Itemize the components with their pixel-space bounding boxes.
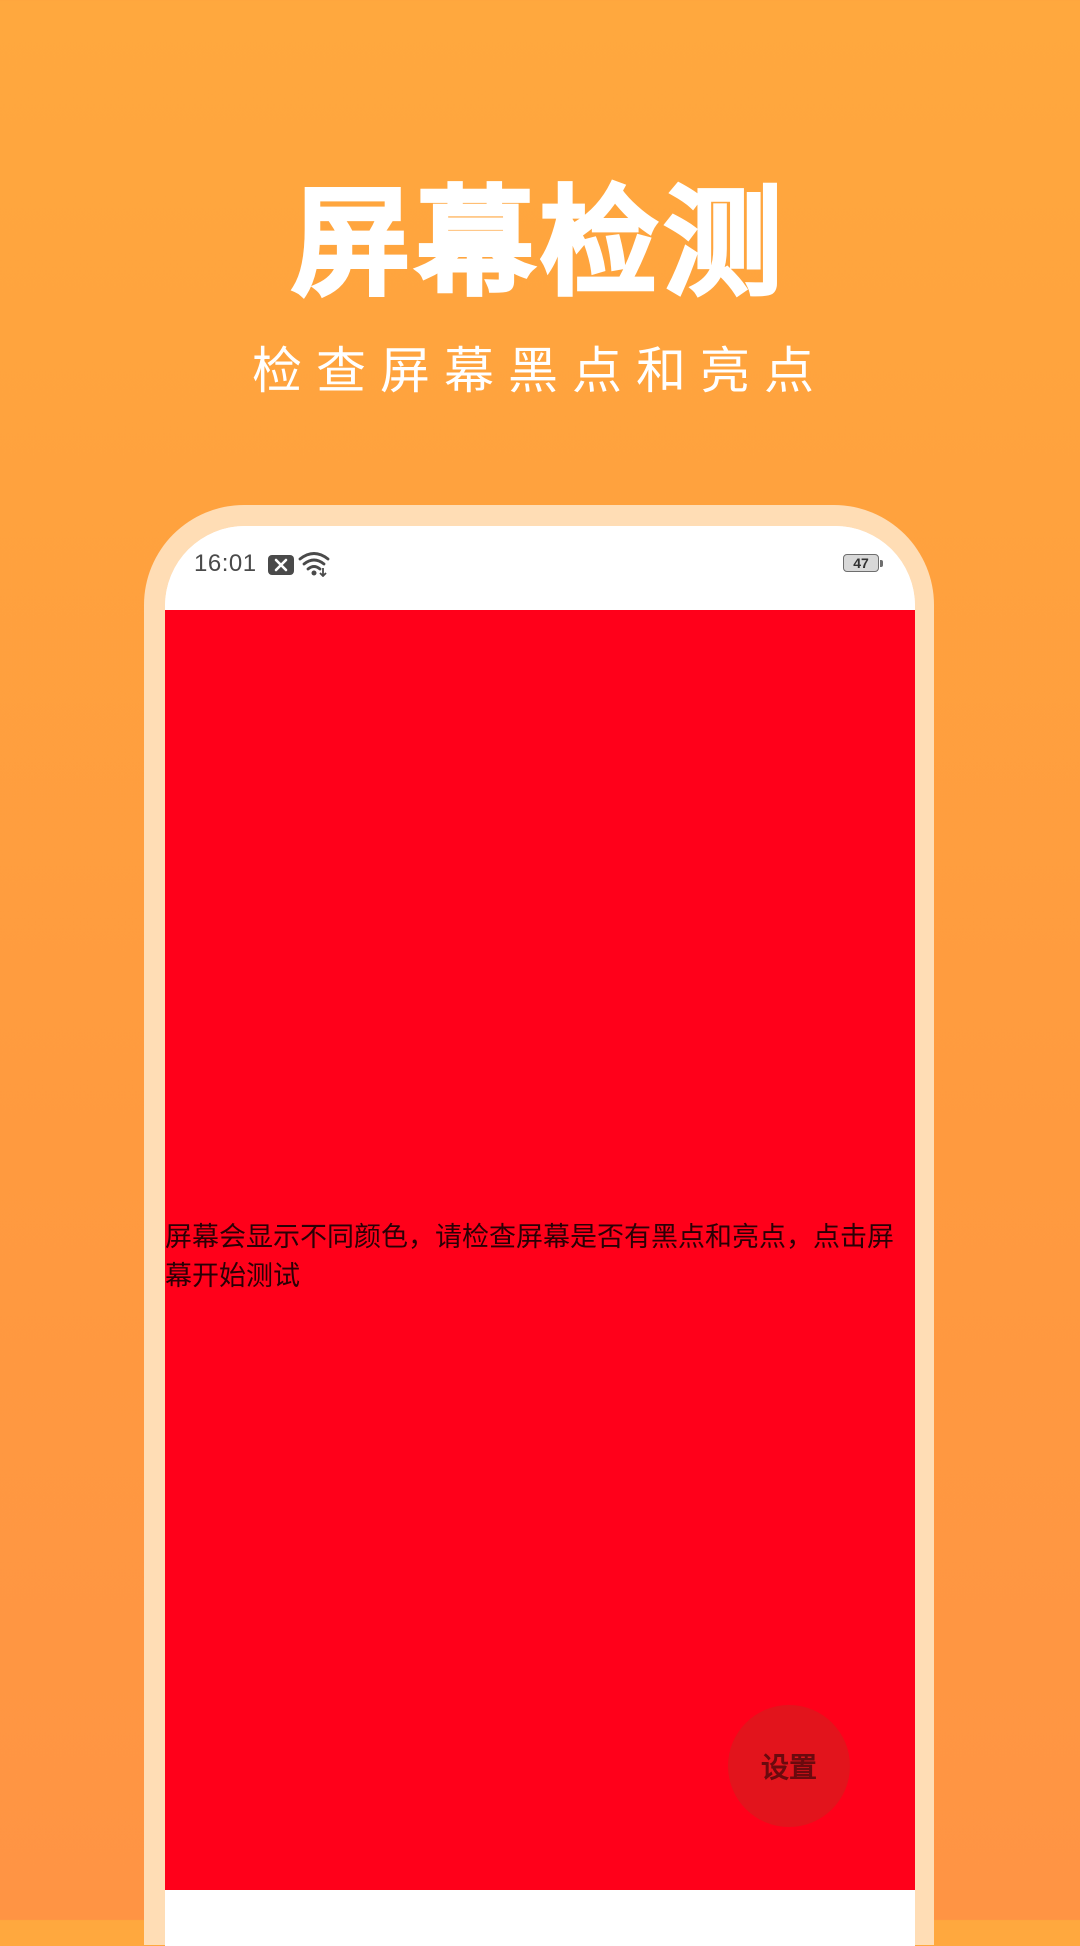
status-time: 16:01 <box>194 550 257 577</box>
hero-title: 屏幕检测 <box>290 174 788 312</box>
battery-level: 47 <box>853 555 869 571</box>
battery-body: 47 <box>843 554 879 572</box>
settings-button[interactable]: 设置 <box>728 1705 850 1827</box>
phone-screen: 16:01 47 屏幕会显示不同颜色，请检查屏幕是否有黑点和亮点，点击屏幕开始测… <box>165 526 915 1946</box>
battery-tip <box>880 560 883 567</box>
color-test-area[interactable]: 屏幕会显示不同颜色，请检查屏幕是否有黑点和亮点，点击屏幕开始测试 设置 <box>165 610 915 1890</box>
wifi-icon <box>298 552 330 577</box>
test-instruction: 屏幕会显示不同颜色，请检查屏幕是否有黑点和亮点，点击屏幕开始测试 <box>165 1222 894 1292</box>
hero-subtitle: 检查屏幕黑点和亮点 <box>252 342 828 400</box>
bottom-strip <box>165 1890 915 1946</box>
battery-icon: 47 <box>843 554 885 574</box>
close-box-icon <box>268 555 294 575</box>
status-bar: 16:01 47 <box>165 526 915 610</box>
